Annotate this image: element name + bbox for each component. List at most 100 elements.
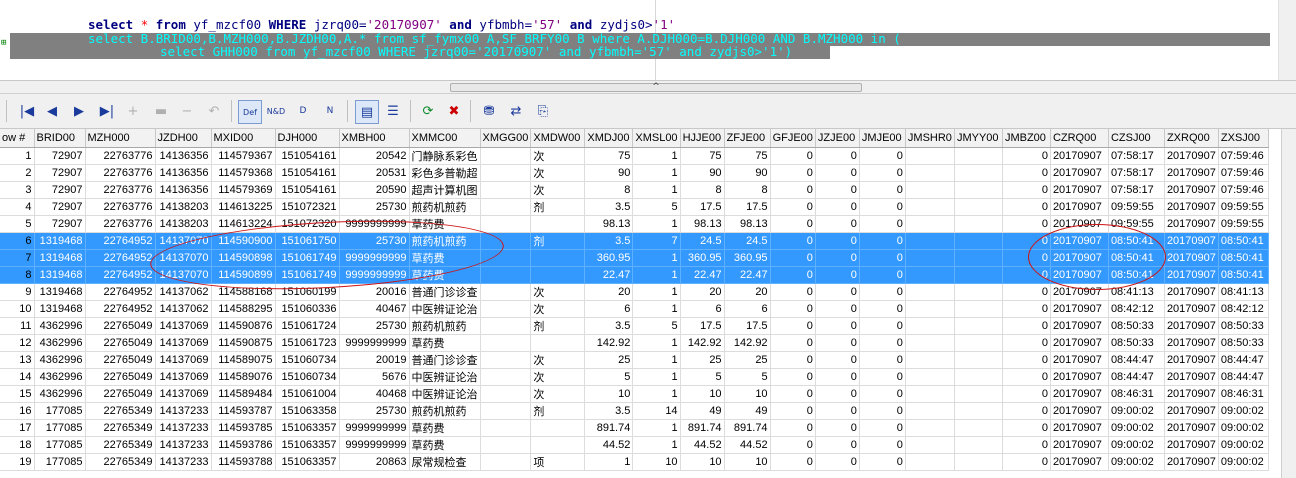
table-cell[interactable]: 0 <box>859 232 906 250</box>
table-cell[interactable]: 151061723 <box>275 334 340 352</box>
table-cell[interactable]: 09:00:02 <box>1108 402 1165 420</box>
table-cell[interactable]: 151061749 <box>275 266 340 284</box>
table-cell[interactable]: 0 <box>859 436 906 454</box>
table-cell[interactable]: 20170907 <box>1164 181 1219 199</box>
table-cell[interactable] <box>480 300 532 318</box>
table-cell[interactable]: 0 <box>1002 317 1051 335</box>
table-cell[interactable]: 17.5 <box>680 198 725 216</box>
column-header-xmdj00[interactable]: XMDJ00 <box>584 129 634 148</box>
table-cell[interactable]: 0 <box>859 368 906 386</box>
table-cell[interactable]: 3.5 <box>584 232 634 250</box>
table-cell[interactable]: 20590 <box>339 181 410 199</box>
table-cell[interactable]: 6 <box>724 300 771 318</box>
table-cell[interactable]: 0 <box>770 334 816 352</box>
table-cell[interactable]: 5 <box>724 368 771 386</box>
table-cell[interactable]: 20 <box>680 283 725 301</box>
table-cell[interactable]: 07:58:17 <box>1108 164 1165 182</box>
table-cell[interactable]: 0 <box>859 334 906 352</box>
table-cell[interactable] <box>480 232 532 250</box>
table-cell[interactable]: 14138203 <box>155 198 212 216</box>
table-cell[interactable]: 09:00:02 <box>1218 436 1269 454</box>
table-cell[interactable]: 90 <box>584 164 634 182</box>
table-cell[interactable]: 煎药机煎药 <box>409 232 481 250</box>
column-header-jmshr0[interactable]: JMSHR0 <box>905 129 955 148</box>
table-cell[interactable]: 10 <box>724 453 771 471</box>
table-cell[interactable]: 151060734 <box>275 351 340 369</box>
table-cell[interactable]: 1 <box>632 283 681 301</box>
table-cell[interactable]: 煎药机煎药 <box>409 317 481 335</box>
table-cell[interactable]: 1 <box>632 147 681 165</box>
table-cell[interactable] <box>954 351 1003 369</box>
column-header-czsj00[interactable]: CZSJ00 <box>1108 129 1165 148</box>
insert-record-button[interactable]: + <box>122 100 144 122</box>
table-cell[interactable]: 0 <box>1002 334 1051 352</box>
table-cell[interactable] <box>954 147 1003 165</box>
table-cell[interactable] <box>954 385 1003 403</box>
table-cell[interactable]: 20531 <box>339 164 410 182</box>
table-cell[interactable] <box>480 334 532 352</box>
table-cell[interactable]: 114593785 <box>211 419 276 437</box>
table-cell[interactable]: 中医辨证论治 <box>409 368 481 386</box>
row-number-cell[interactable]: 3 <box>0 181 35 199</box>
table-cell[interactable]: 142.92 <box>724 334 771 352</box>
column-header-xmbh00[interactable]: XMBH00 <box>339 129 410 148</box>
table-cell[interactable]: 1 <box>632 385 681 403</box>
table-cell[interactable]: 114579368 <box>211 164 276 182</box>
table-cell[interactable]: 114593786 <box>211 436 276 454</box>
table-cell[interactable]: 14138203 <box>155 215 212 233</box>
table-cell[interactable]: 44.52 <box>680 436 725 454</box>
table-cell[interactable]: 17.5 <box>724 198 771 216</box>
table-cell[interactable]: 0 <box>815 249 860 267</box>
table-cell[interactable]: 22764952 <box>85 300 156 318</box>
table-cell[interactable] <box>954 334 1003 352</box>
table-cell[interactable]: 5676 <box>339 368 410 386</box>
table-row[interactable]: 9 1319468 22764952 14137062 114588168 1510601… <box>0 283 1269 301</box>
table-cell[interactable]: 08:46:31 <box>1218 385 1269 403</box>
table-cell[interactable]: 10 <box>724 385 771 403</box>
table-cell[interactable]: 4362996 <box>34 334 86 352</box>
table-cell[interactable] <box>905 368 955 386</box>
row-number-cell[interactable]: 10 <box>0 300 35 318</box>
table-cell[interactable]: 114590875 <box>211 334 276 352</box>
table-cell[interactable]: 0 <box>1002 232 1051 250</box>
table-cell[interactable]: 22765049 <box>85 385 156 403</box>
delete-record-button[interactable]: − <box>176 100 198 122</box>
table-cell[interactable]: 20863 <box>339 453 410 471</box>
table-cell[interactable]: 1 <box>632 249 681 267</box>
column-header-ow-[interactable]: ow # <box>0 129 35 148</box>
table-cell[interactable]: 20170907 <box>1050 453 1109 471</box>
table-cell[interactable]: 20170907 <box>1164 164 1219 182</box>
table-cell[interactable]: 0 <box>770 198 816 216</box>
table-cell[interactable]: 20170907 <box>1050 249 1109 267</box>
table-cell[interactable]: 20170907 <box>1164 453 1219 471</box>
table-cell[interactable]: 1 <box>632 368 681 386</box>
row-number-cell[interactable]: 15 <box>0 385 35 403</box>
table-cell[interactable]: 08:44:47 <box>1218 368 1269 386</box>
table-cell[interactable]: 20016 <box>339 283 410 301</box>
table-cell[interactable]: 0 <box>1002 436 1051 454</box>
table-cell[interactable]: 22.47 <box>724 266 771 284</box>
table-cell[interactable]: 9999999999 <box>339 249 410 267</box>
table-cell[interactable]: 09:59:55 <box>1108 215 1165 233</box>
table-cell[interactable]: 151061749 <box>275 249 340 267</box>
table-cell[interactable]: 0 <box>815 334 860 352</box>
table-cell[interactable]: 5 <box>584 368 634 386</box>
table-cell[interactable]: 0 <box>815 300 860 318</box>
table-cell[interactable]: 40468 <box>339 385 410 403</box>
row-number-cell[interactable]: 19 <box>0 453 35 471</box>
table-cell[interactable]: 4362996 <box>34 368 86 386</box>
table-cell[interactable]: 14137070 <box>155 249 212 267</box>
table-cell[interactable]: 114579369 <box>211 181 276 199</box>
table-cell[interactable]: 17.5 <box>724 317 771 335</box>
table-cell[interactable]: 0 <box>815 198 860 216</box>
table-cell[interactable]: 0 <box>859 453 906 471</box>
table-cell[interactable]: 0 <box>770 402 816 420</box>
table-cell[interactable]: 25730 <box>339 317 410 335</box>
table-cell[interactable]: 次 <box>530 164 586 182</box>
table-cell[interactable]: 08:50:33 <box>1108 317 1165 335</box>
table-cell[interactable]: 0 <box>859 300 906 318</box>
table-row[interactable]: 10 1319468 22764952 14137062 114588295 151060… <box>0 300 1269 318</box>
table-cell[interactable]: 40467 <box>339 300 410 318</box>
table-cell[interactable] <box>480 436 532 454</box>
table-cell[interactable]: 项 <box>530 453 586 471</box>
